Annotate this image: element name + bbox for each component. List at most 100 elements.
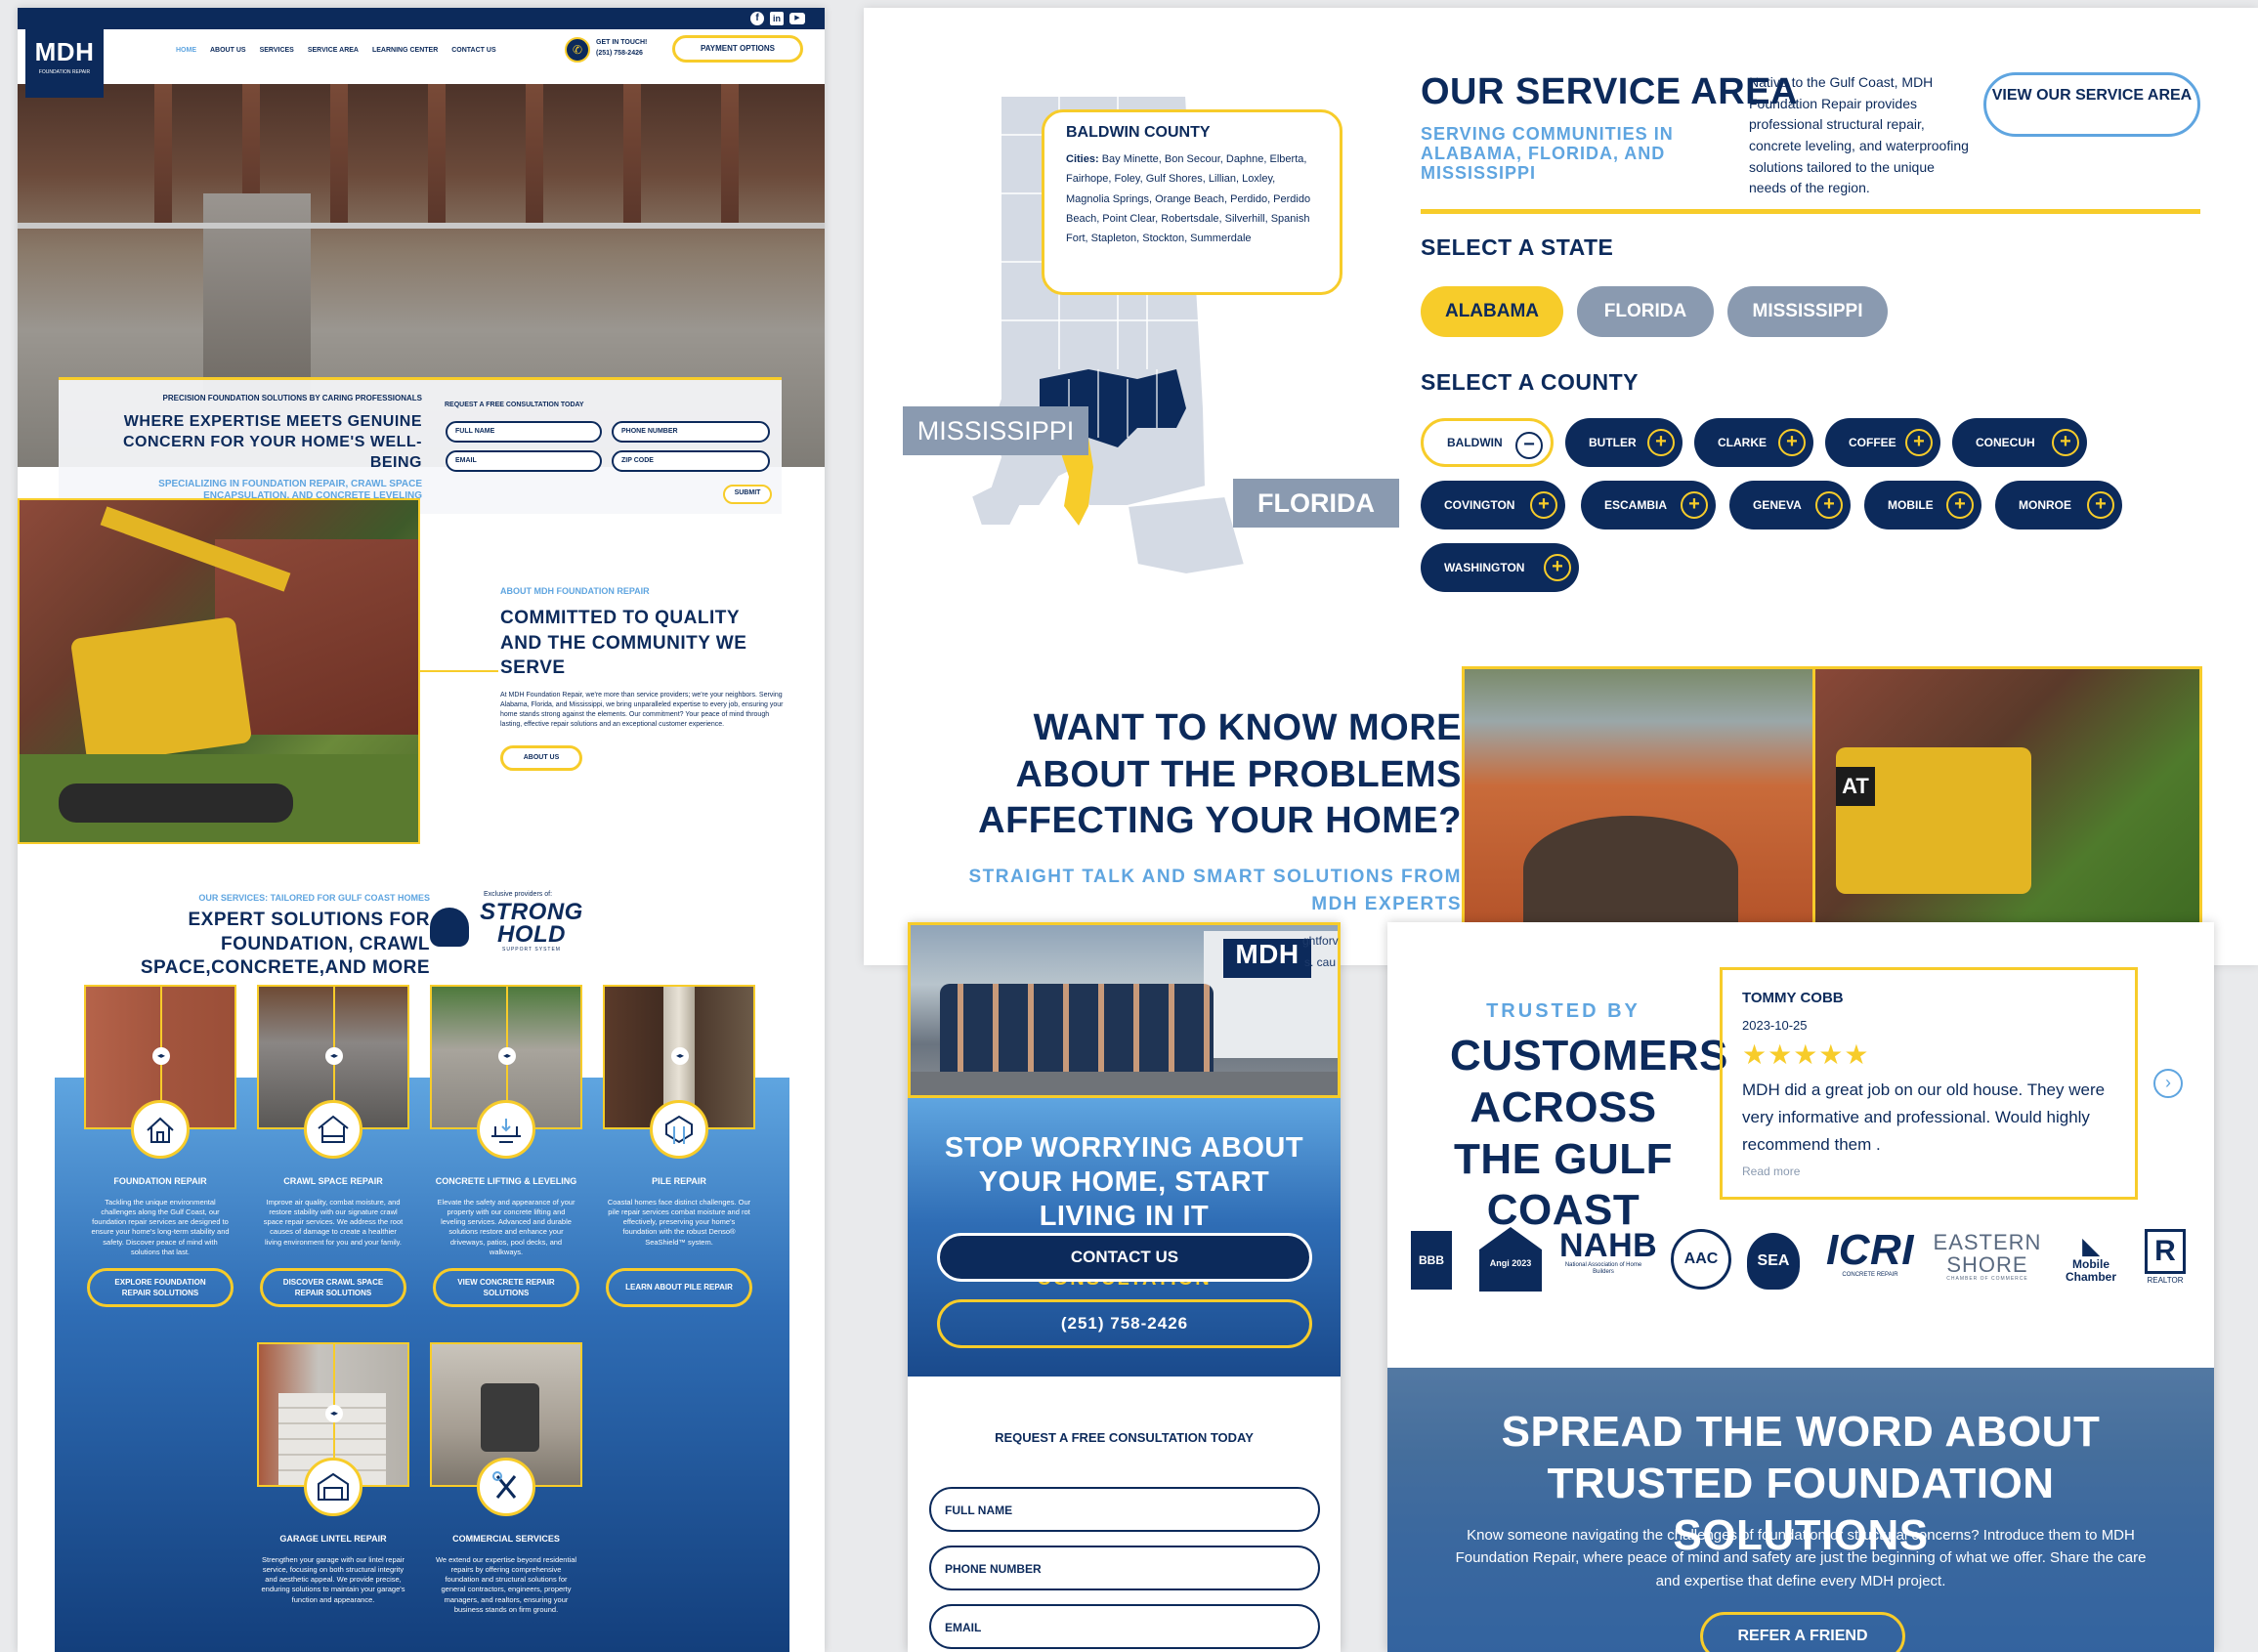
logo[interactable]: MDH FOUNDATION REPAIR bbox=[25, 20, 104, 98]
service-title: GARAGE LINTEL REPAIR bbox=[279, 1534, 387, 1544]
mobile-phone-input[interactable]: PHONE NUMBER bbox=[929, 1546, 1320, 1590]
service-desc: We extend our expertise beyond residenti… bbox=[435, 1555, 577, 1614]
service-title: PILE REPAIR bbox=[652, 1176, 706, 1186]
eastern-shore-text: EASTERN SHORE bbox=[1933, 1230, 2042, 1278]
popup-cities: Bay Minette, Bon Secour, Daphne, Elberta… bbox=[1066, 153, 1311, 245]
learn-pile-button[interactable]: LEARN ABOUT PILE REPAIR bbox=[606, 1268, 752, 1307]
county-conecuh[interactable]: CONECUH + bbox=[1952, 418, 2087, 467]
main-header: MDH FOUNDATION REPAIR HOME ABOUT US SERV… bbox=[18, 20, 825, 98]
county-monroe[interactable]: MONROE + bbox=[1995, 481, 2122, 529]
county-clarke[interactable]: CLARKE + bbox=[1694, 418, 1813, 467]
header-phone[interactable]: (251) 758-2426 bbox=[596, 49, 647, 60]
contact-us-button[interactable]: CONTACT US bbox=[937, 1233, 1312, 1282]
county-butler[interactable]: BUTLER + bbox=[1565, 418, 1683, 467]
state-mississippi[interactable]: MISSISSIPPI bbox=[1727, 286, 1888, 337]
reviews-panel: TRUSTED BY CUSTOMERS ACROSS THE GULF COA… bbox=[1387, 922, 2214, 1652]
about-us-button[interactable]: ABOUT US bbox=[500, 745, 582, 772]
phone-input[interactable]: PHONE NUMBER bbox=[612, 421, 770, 443]
view-concrete-button[interactable]: VIEW CONCRETE REPAIR SOLUTIONS bbox=[433, 1268, 579, 1307]
plus-icon: + bbox=[1946, 491, 1974, 519]
sea-badge: SEA bbox=[1747, 1233, 1800, 1290]
garage-icon bbox=[304, 1458, 362, 1516]
nahb-badge: NAHB National Association of Home Builde… bbox=[1559, 1229, 1657, 1275]
plus-icon: + bbox=[2087, 491, 2114, 519]
nav-contact[interactable]: CONTACT US bbox=[451, 47, 495, 54]
logo-subtext: FOUNDATION REPAIR bbox=[38, 69, 91, 75]
nav-about[interactable]: ABOUT US bbox=[210, 47, 246, 54]
stronghold-logo: Exclusive providers of: STRONG HOLD SUPP… bbox=[430, 891, 625, 953]
full-name-input[interactable]: FULL NAME bbox=[446, 421, 602, 443]
service-area-panel: MISSISSIPPI FLORIDA A BALDWIN COUNTY Cit… bbox=[864, 8, 2258, 965]
select-county-label: SELECT A COUNTY bbox=[1421, 369, 1640, 395]
hero-overlay-box: PRECISION FOUNDATION SOLUTIONS BY CARING… bbox=[59, 377, 782, 514]
view-service-area-button[interactable]: VIEW OUR SERVICE AREA bbox=[1983, 72, 2200, 137]
county-washington[interactable]: WASHINGTON + bbox=[1421, 543, 1579, 592]
about-divider bbox=[420, 670, 498, 672]
service-card-garage-lintel: ◂▸ GARAGE LINTEL REPAIR Strengthen your … bbox=[257, 1342, 409, 1626]
refer-section: SPREAD THE WORD ABOUT TRUSTED FOUNDATION… bbox=[1387, 1368, 2214, 1652]
mobile-chamber-badge: ◣ Mobile Chamber bbox=[2062, 1234, 2120, 1285]
select-state-label: SELECT A STATE bbox=[1421, 234, 1614, 260]
mobile-panel: MDH ghtforv s. cau STOP WORRYING ABOUT Y… bbox=[908, 922, 1341, 1652]
county-escambia[interactable]: ESCAMBIA + bbox=[1581, 481, 1716, 529]
plus-icon: + bbox=[1681, 491, 1708, 519]
badges-row: BBB Angi 2023 NAHB National Association … bbox=[1411, 1227, 2193, 1295]
county-mobile[interactable]: MOBILE + bbox=[1864, 481, 1981, 529]
email-input[interactable]: EMAIL bbox=[446, 450, 602, 472]
map-label-florida: FLORIDA bbox=[1233, 479, 1399, 528]
nav-service-area[interactable]: SERVICE AREA bbox=[308, 47, 359, 54]
yellow-divider bbox=[1421, 209, 2200, 214]
hero-section: PRECISION FOUNDATION SOLUTIONS BY CARING… bbox=[18, 76, 825, 514]
stronghold-arm-icon bbox=[430, 907, 469, 947]
mobile-full-name-input[interactable]: FULL NAME bbox=[929, 1487, 1320, 1532]
facebook-icon[interactable]: f bbox=[750, 12, 764, 25]
read-more-link[interactable]: Read more bbox=[1742, 1165, 2115, 1178]
mobile-form-title: REQUEST A FREE CONSULTATION TODAY bbox=[995, 1430, 1254, 1445]
about-image bbox=[18, 498, 420, 844]
review-card: TOMMY COBB 2023-10-25 ★★★★★ MDH did a gr… bbox=[1720, 967, 2138, 1200]
phone-icon: ✆ bbox=[565, 37, 590, 63]
explore-foundation-button[interactable]: EXPLORE FOUNDATION REPAIR SOLUTIONS bbox=[87, 1268, 234, 1307]
plus-icon: + bbox=[1530, 491, 1557, 519]
map-label-mississippi: MISSISSIPPI bbox=[903, 406, 1088, 455]
angi-badge: Angi 2023 bbox=[1479, 1227, 1542, 1292]
service-desc: Coastal homes face distinct challenges. … bbox=[607, 1198, 751, 1247]
county-coffee[interactable]: COFFEE + bbox=[1825, 418, 1940, 467]
phone-button[interactable]: (251) 758-2426 bbox=[937, 1299, 1312, 1348]
refer-friend-button[interactable]: REFER A FRIEND bbox=[1700, 1612, 1905, 1652]
about-eyebrow: ABOUT MDH FOUNDATION REPAIR bbox=[500, 586, 650, 596]
partner-label: Exclusive providers of: bbox=[483, 891, 553, 898]
county-covington[interactable]: COVINGTON + bbox=[1421, 481, 1565, 529]
nahb-sub: National Association of Home Builders bbox=[1564, 1262, 1642, 1275]
submit-button[interactable]: SUBMIT bbox=[723, 485, 772, 504]
icri-badge: ICRI CONCRETE REPAIR bbox=[1821, 1226, 1919, 1279]
service-title: FOUNDATION REPAIR bbox=[113, 1176, 207, 1186]
service-card-pile: ◂▸ PILE REPAIR Coastal homes face distin… bbox=[603, 985, 755, 1307]
next-review-icon[interactable]: › bbox=[2153, 1069, 2183, 1098]
youtube-icon[interactable]: ▶ bbox=[789, 13, 805, 24]
service-area-body: Native to the Gulf Coast, MDH Foundation… bbox=[1749, 74, 1969, 196]
mobile-email-input[interactable]: EMAIL bbox=[929, 1604, 1320, 1649]
service-card-commercial: COMMERCIAL SERVICES We extend our expert… bbox=[430, 1342, 582, 1643]
nav-learning-center[interactable]: LEARNING CENTER bbox=[372, 47, 438, 54]
linkedin-icon[interactable]: in bbox=[770, 12, 784, 25]
problems-title: WANT TO KNOW MORE ABOUT THE PROBLEMS AFF… bbox=[978, 707, 1462, 841]
service-title: CONCRETE LIFTING & LEVELING bbox=[435, 1176, 577, 1186]
county-baldwin[interactable]: BALDWIN − bbox=[1421, 418, 1554, 467]
discover-crawl-space-button[interactable]: DISCOVER CRAWL SPACE REPAIR SOLUTIONS bbox=[260, 1268, 406, 1307]
icri-text: ICRI bbox=[1826, 1226, 1914, 1274]
county-geneva[interactable]: GENEVA + bbox=[1729, 481, 1851, 529]
reviewer-name: TOMMY COBB bbox=[1742, 990, 1844, 1006]
state-alabama[interactable]: ALABAMA bbox=[1421, 286, 1563, 337]
county-label: BUTLER bbox=[1589, 436, 1637, 449]
hero-title: WHERE EXPERTISE MEETS GENUINE CONCERN FO… bbox=[122, 413, 422, 471]
get-in-touch-label: GET IN TOUCH! bbox=[596, 39, 648, 46]
nav-services[interactable]: SERVICES bbox=[260, 47, 294, 54]
zip-input[interactable]: ZIP CODE bbox=[612, 450, 770, 472]
plus-icon: + bbox=[1647, 429, 1675, 456]
county-popup: BALDWIN COUNTY Cities: Bay Minette, Bon … bbox=[1042, 109, 1342, 295]
commercial-tools-icon bbox=[477, 1458, 535, 1516]
nav-home[interactable]: HOME bbox=[176, 47, 196, 54]
state-florida[interactable]: FLORIDA bbox=[1577, 286, 1714, 337]
payment-options-button[interactable]: PAYMENT OPTIONS bbox=[672, 35, 803, 63]
